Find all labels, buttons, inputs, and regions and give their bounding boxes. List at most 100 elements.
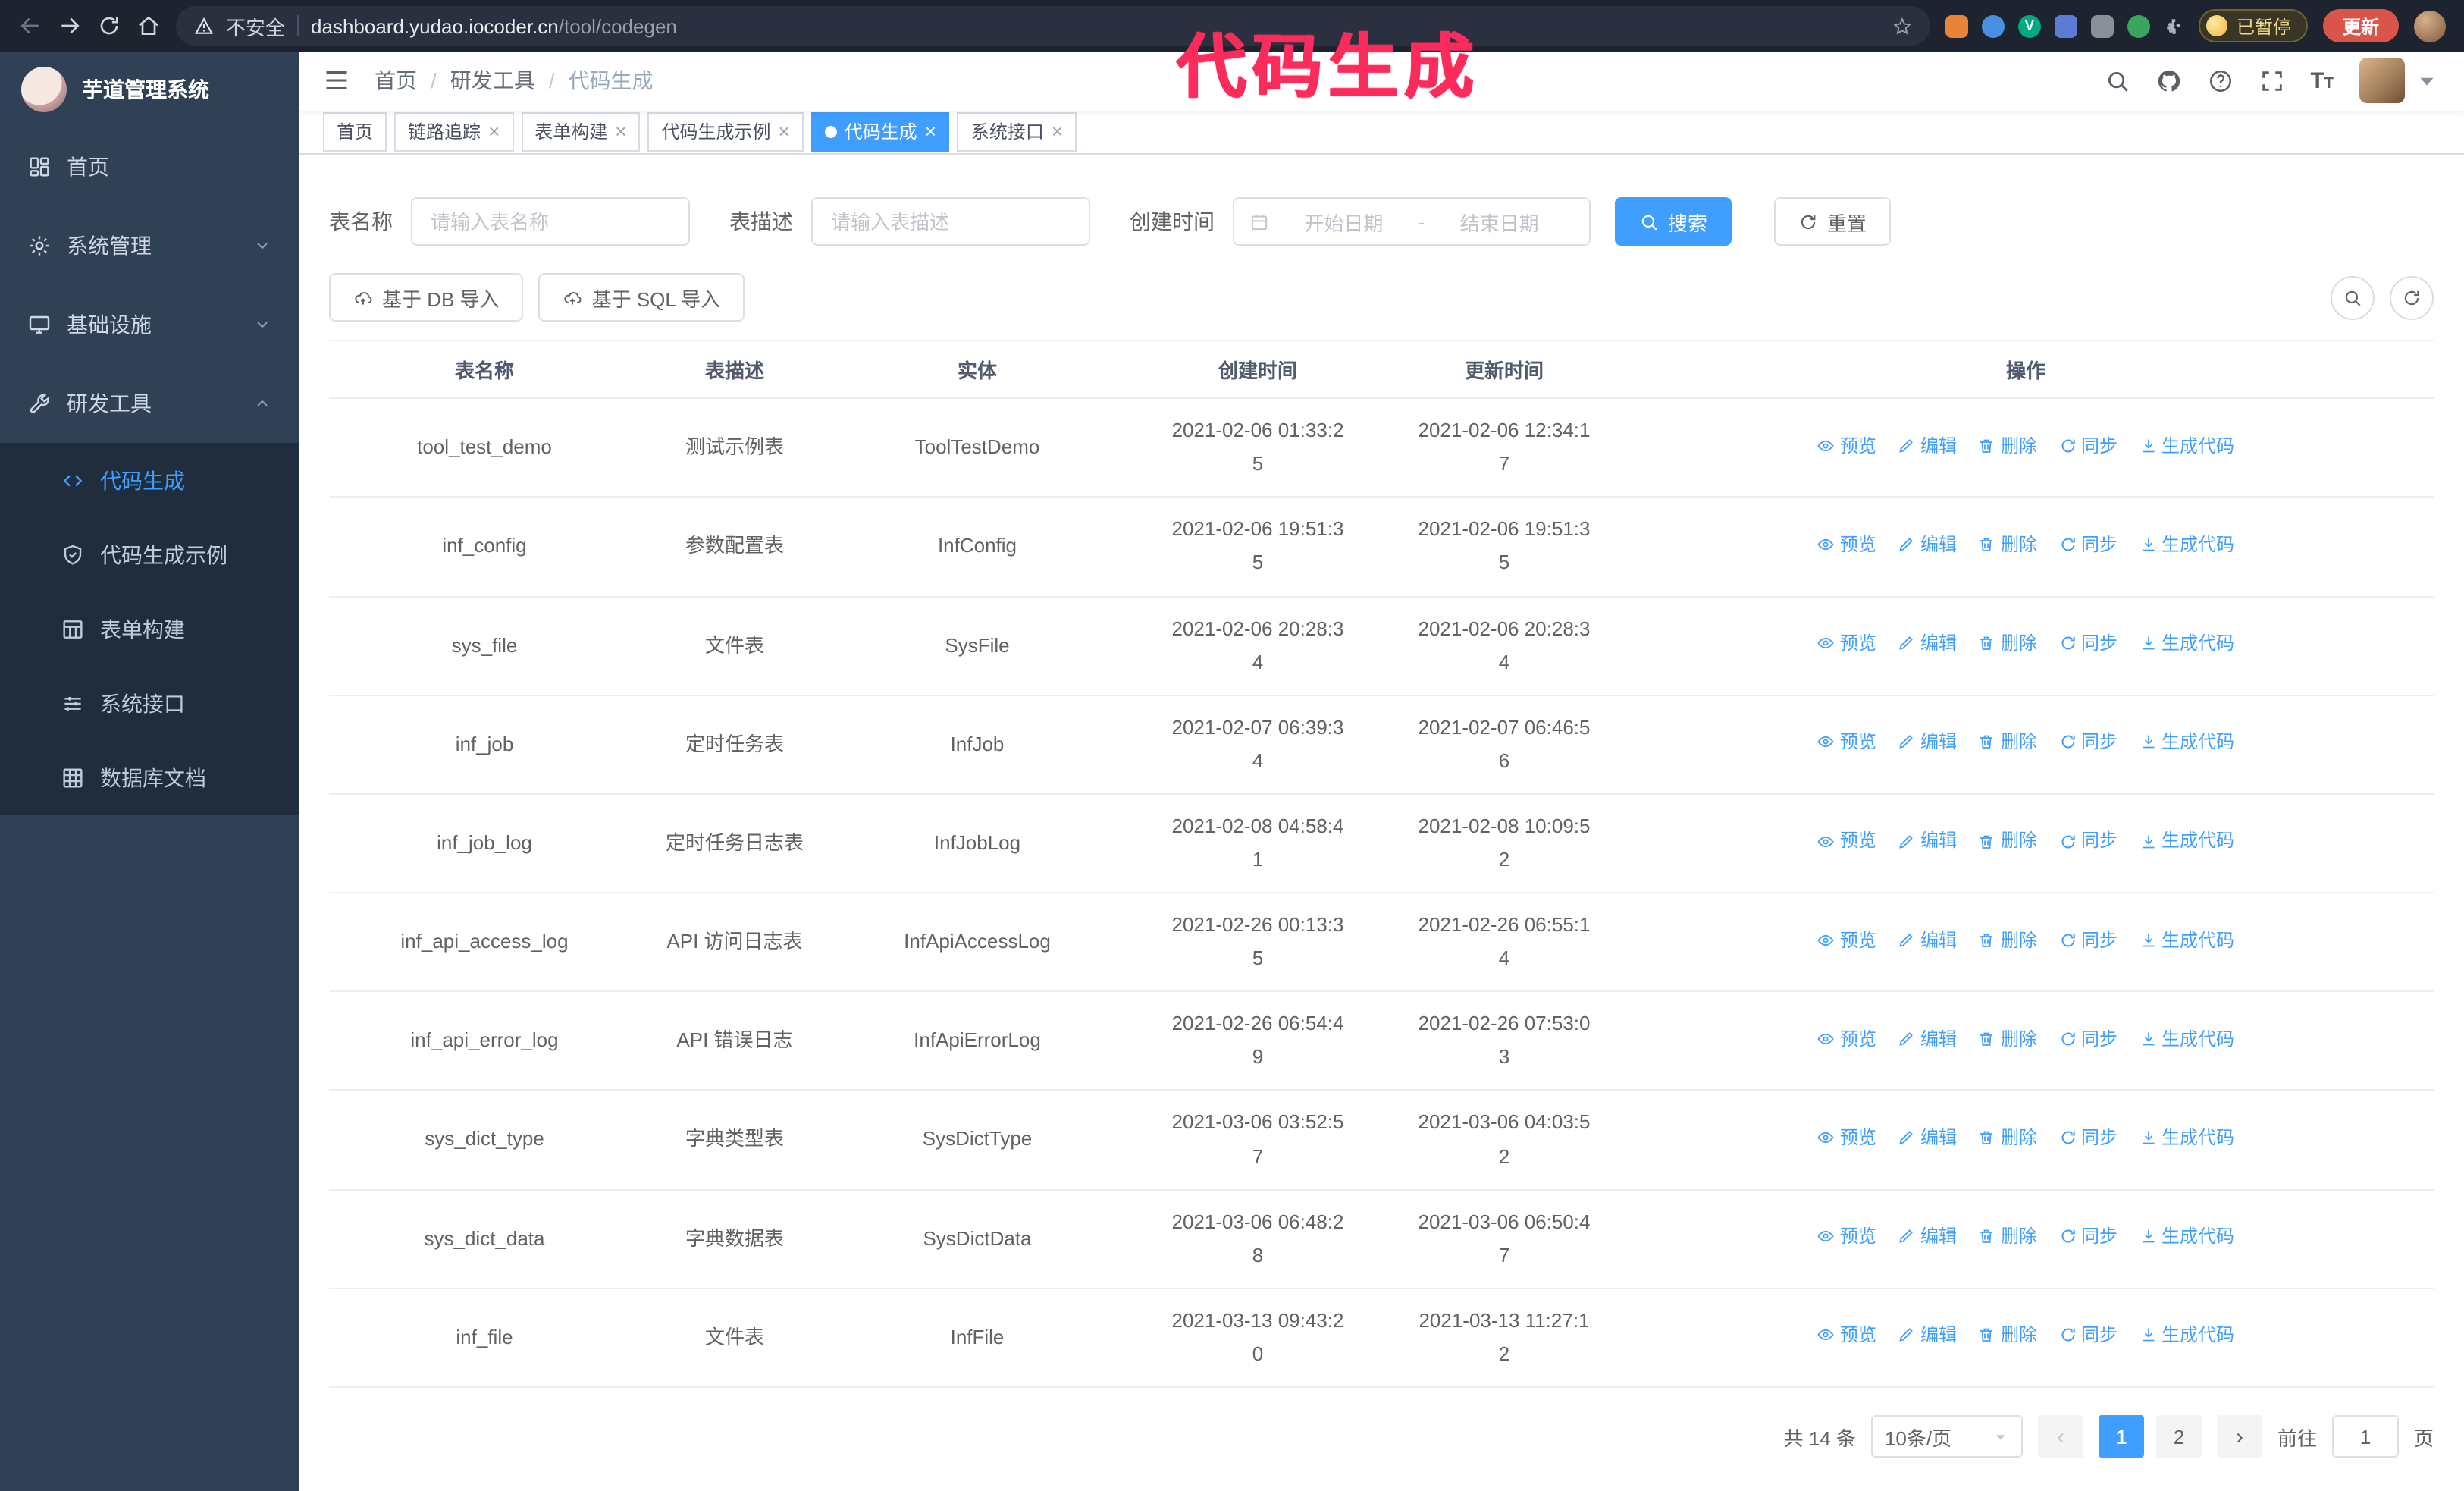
sync-action[interactable]: 同步 bbox=[2058, 1221, 2118, 1252]
import-sql-button[interactable]: 基于 SQL 导入 bbox=[538, 273, 745, 322]
preview-action[interactable]: 预览 bbox=[1817, 1023, 1876, 1054]
reload-icon[interactable] bbox=[97, 14, 121, 38]
sync-action[interactable]: 同步 bbox=[2058, 529, 2118, 560]
address-bar[interactable]: 不安全 dashboard.yudao.iocoder.cn/tool/code… bbox=[176, 6, 1930, 46]
edit-action[interactable]: 编辑 bbox=[1898, 1221, 1957, 1252]
forward-icon[interactable] bbox=[58, 14, 82, 38]
generate-code-action[interactable]: 生成代码 bbox=[2139, 430, 2234, 461]
sync-action[interactable]: 同步 bbox=[2058, 727, 2118, 758]
extension-icon[interactable]: V bbox=[2017, 14, 2041, 37]
breadcrumb-item[interactable]: 首页 bbox=[375, 66, 417, 96]
delete-action[interactable]: 删除 bbox=[1978, 430, 2037, 461]
edit-action[interactable]: 编辑 bbox=[1898, 1122, 1957, 1154]
sync-action[interactable]: 同步 bbox=[2058, 1023, 2118, 1054]
generate-code-action[interactable]: 生成代码 bbox=[2139, 529, 2234, 560]
font-size-icon[interactable]: TT bbox=[2310, 70, 2334, 93]
tab-tracer[interactable]: 链路追踪 × bbox=[394, 111, 514, 152]
page-2-button[interactable]: 2 bbox=[2155, 1415, 2202, 1458]
generate-code-action[interactable]: 生成代码 bbox=[2139, 1320, 2234, 1351]
close-tab-icon[interactable]: × bbox=[488, 122, 500, 142]
sidebar-subitem-form[interactable]: 表单构建 bbox=[0, 592, 299, 666]
preview-action[interactable]: 预览 bbox=[1817, 430, 1876, 461]
toggle-search-button[interactable] bbox=[2331, 275, 2375, 320]
tab-codegen[interactable]: 代码生成 × bbox=[810, 111, 950, 152]
prev-page-button[interactable]: ‹ bbox=[2037, 1415, 2083, 1458]
sync-action[interactable]: 同步 bbox=[2058, 924, 2118, 956]
edit-action[interactable]: 编辑 bbox=[1898, 430, 1957, 461]
goto-page-input[interactable] bbox=[2331, 1415, 2399, 1458]
import-db-button[interactable]: 基于 DB 导入 bbox=[329, 273, 524, 322]
edit-action[interactable]: 编辑 bbox=[1898, 727, 1957, 758]
sync-action[interactable]: 同步 bbox=[2058, 628, 2118, 659]
edit-action[interactable]: 编辑 bbox=[1898, 1320, 1957, 1351]
generate-code-action[interactable]: 生成代码 bbox=[2139, 826, 2234, 857]
extensions-puzzle-icon[interactable] bbox=[2164, 16, 2183, 36]
sync-action[interactable]: 同步 bbox=[2058, 1122, 2118, 1154]
edit-action[interactable]: 编辑 bbox=[1898, 529, 1957, 560]
delete-action[interactable]: 删除 bbox=[1978, 727, 2037, 758]
delete-action[interactable]: 删除 bbox=[1978, 826, 2037, 857]
delete-action[interactable]: 删除 bbox=[1978, 628, 2037, 659]
sidebar-subitem-codegen[interactable]: 代码生成 bbox=[0, 443, 299, 517]
sidebar-item-home[interactable]: 首页 bbox=[0, 127, 299, 206]
preview-action[interactable]: 预览 bbox=[1817, 1221, 1876, 1252]
breadcrumb-item[interactable]: 研发工具 bbox=[450, 66, 535, 96]
table-name-input[interactable] bbox=[411, 197, 690, 246]
generate-code-action[interactable]: 生成代码 bbox=[2139, 1221, 2234, 1252]
tab-codegen-example[interactable]: 代码生成示例 × bbox=[647, 111, 804, 152]
fullscreen-icon[interactable] bbox=[2259, 68, 2284, 94]
paused-badge[interactable]: 已暂停 bbox=[2198, 9, 2308, 42]
generate-code-action[interactable]: 生成代码 bbox=[2139, 628, 2234, 659]
extension-icon[interactable] bbox=[2054, 14, 2077, 37]
preview-action[interactable]: 预览 bbox=[1817, 826, 1876, 857]
back-icon[interactable] bbox=[18, 14, 42, 38]
refresh-table-button[interactable] bbox=[2390, 275, 2434, 320]
extension-icon[interactable] bbox=[2090, 14, 2114, 37]
sidebar-item-tool[interactable]: 研发工具 bbox=[0, 364, 299, 443]
page-size-select[interactable]: 10条/页 bbox=[1870, 1415, 2023, 1458]
sidebar-item-infra[interactable]: 基础设施 bbox=[0, 285, 299, 364]
sidebar-subitem-example[interactable]: 代码生成示例 bbox=[0, 517, 299, 592]
next-page-button[interactable]: › bbox=[2216, 1415, 2262, 1458]
sidebar-toggle-icon[interactable] bbox=[323, 67, 350, 95]
delete-action[interactable]: 删除 bbox=[1978, 1122, 2037, 1154]
create-time-range-picker[interactable]: 开始日期 - 结束日期 bbox=[1233, 197, 1591, 246]
extension-icon[interactable] bbox=[2127, 14, 2150, 37]
sync-action[interactable]: 同步 bbox=[2058, 1320, 2118, 1351]
close-tab-icon[interactable]: × bbox=[1052, 122, 1063, 142]
delete-action[interactable]: 删除 bbox=[1978, 1221, 2037, 1252]
close-tab-icon[interactable]: × bbox=[779, 122, 790, 142]
delete-action[interactable]: 删除 bbox=[1978, 1320, 2037, 1351]
search-icon[interactable] bbox=[2104, 68, 2130, 94]
edit-action[interactable]: 编辑 bbox=[1898, 1023, 1957, 1054]
preview-action[interactable]: 预览 bbox=[1817, 727, 1876, 758]
close-tab-icon[interactable]: × bbox=[925, 122, 936, 142]
tab-system-api[interactable]: 系统接口 × bbox=[957, 111, 1077, 152]
delete-action[interactable]: 删除 bbox=[1978, 1023, 2037, 1054]
help-icon[interactable] bbox=[2207, 68, 2233, 94]
sidebar-subitem-db[interactable]: 数据库文档 bbox=[0, 740, 299, 815]
edit-action[interactable]: 编辑 bbox=[1898, 826, 1957, 857]
sidebar-item-system[interactable]: 系统管理 bbox=[0, 206, 299, 285]
search-button[interactable]: 搜索 bbox=[1615, 197, 1732, 246]
generate-code-action[interactable]: 生成代码 bbox=[2139, 1122, 2234, 1154]
preview-action[interactable]: 预览 bbox=[1817, 924, 1876, 956]
browser-update-button[interactable]: 更新 bbox=[2322, 9, 2399, 42]
extension-icon[interactable] bbox=[1945, 14, 1968, 37]
tab-home[interactable]: 首页 bbox=[323, 111, 387, 152]
generate-code-action[interactable]: 生成代码 bbox=[2139, 1023, 2234, 1054]
sync-action[interactable]: 同步 bbox=[2058, 430, 2118, 461]
generate-code-action[interactable]: 生成代码 bbox=[2139, 924, 2234, 956]
github-icon[interactable] bbox=[2155, 68, 2181, 94]
reset-button[interactable]: 重置 bbox=[1774, 197, 1892, 246]
tab-form-builder[interactable]: 表单构建 × bbox=[521, 111, 641, 152]
page-1-button[interactable]: 1 bbox=[2098, 1415, 2144, 1458]
generate-code-action[interactable]: 生成代码 bbox=[2139, 727, 2234, 758]
bookmark-star-icon[interactable] bbox=[1892, 16, 1912, 36]
preview-action[interactable]: 预览 bbox=[1817, 1122, 1876, 1154]
delete-action[interactable]: 删除 bbox=[1978, 529, 2037, 560]
sidebar-subitem-api[interactable]: 系统接口 bbox=[0, 666, 299, 740]
preview-action[interactable]: 预览 bbox=[1817, 628, 1876, 659]
table-desc-input[interactable] bbox=[811, 197, 1090, 246]
close-tab-icon[interactable]: × bbox=[615, 122, 626, 142]
